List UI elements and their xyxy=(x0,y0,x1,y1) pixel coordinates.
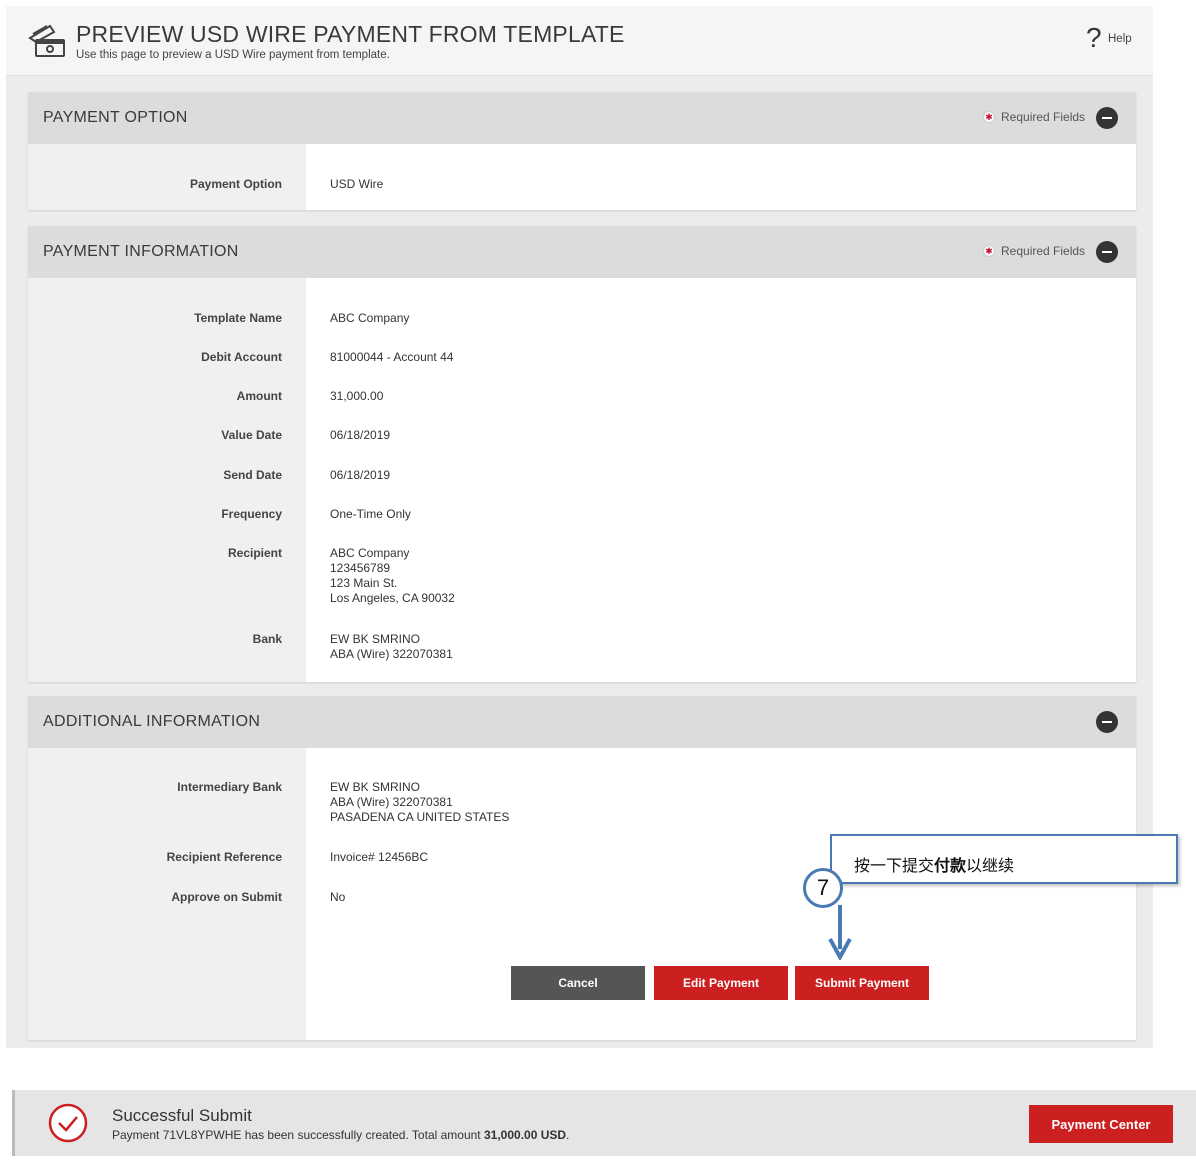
submit-payment-button[interactable]: Submit Payment xyxy=(795,966,929,1000)
field-label: Frequency xyxy=(221,507,282,521)
success-banner: Successful Submit Payment 71VL8YPWHE has… xyxy=(12,1090,1196,1156)
field-label: Debit Account xyxy=(201,350,282,364)
payment-template-icon xyxy=(28,24,65,57)
banner-edge xyxy=(12,1090,15,1156)
field-label: Approve on Submit xyxy=(171,890,282,904)
collapse-icon[interactable] xyxy=(1096,241,1118,263)
callout-text-bold: 付款 xyxy=(934,856,967,875)
section-header: ADDITIONAL INFORMATION xyxy=(28,696,1136,748)
success-message-end: . xyxy=(566,1128,570,1142)
page-title: PREVIEW USD WIRE PAYMENT FROM TEMPLATE xyxy=(76,21,625,47)
callout-text-after: 以继续 xyxy=(966,856,1015,875)
question-icon[interactable]: ? xyxy=(1086,24,1102,52)
cancel-button[interactable]: Cancel xyxy=(511,966,645,1000)
required-asterisk-icon: ✱ xyxy=(983,245,995,257)
page-subtitle: Use this page to preview a USD Wire paym… xyxy=(76,49,390,61)
payment-information-section: PAYMENT INFORMATION ✱ Required Fields Te… xyxy=(28,226,1136,682)
field-label: Amount xyxy=(236,389,282,403)
payment-center-button[interactable]: Payment Center xyxy=(1029,1105,1173,1143)
required-fields-label: Required Fields xyxy=(1001,110,1086,124)
preview-panel: PREVIEW USD WIRE PAYMENT FROM TEMPLATE U… xyxy=(6,6,1153,1048)
field-label: Send Date xyxy=(223,468,282,482)
required-asterisk-icon: ✱ xyxy=(983,111,995,123)
field-value: 06/18/2019 xyxy=(330,428,391,442)
field-value: 81000044 - Account 44 xyxy=(330,350,454,364)
field-label: Recipient xyxy=(227,546,282,560)
field-value: USD Wire xyxy=(330,177,384,191)
field-label: Payment Option xyxy=(189,177,282,191)
section-header: PAYMENT INFORMATION ✱ Required Fields xyxy=(28,226,1136,278)
success-message-text: Payment 71VL8YPWHE has been successfully… xyxy=(112,1128,484,1142)
field-value: ABC Company xyxy=(330,311,410,325)
field-value: 31,000.00 xyxy=(330,389,384,403)
field-value: EW BK SMRINO ABA (Wire) 322070381 PASADE… xyxy=(330,780,510,824)
edit-payment-button[interactable]: Edit Payment xyxy=(654,966,788,1000)
section-title: PAYMENT INFORMATION xyxy=(43,243,239,260)
page-header: PREVIEW USD WIRE PAYMENT FROM TEMPLATE U… xyxy=(6,6,1153,76)
check-circle-icon xyxy=(48,1103,88,1143)
success-message: Payment 71VL8YPWHE has been successfully… xyxy=(112,1128,569,1142)
field-value: No xyxy=(330,890,346,904)
section-title: PAYMENT OPTION xyxy=(43,109,188,126)
required-fields-label: Required Fields xyxy=(1001,244,1086,258)
payment-option-section: PAYMENT OPTION ✱ Required Fields Payment… xyxy=(28,92,1136,210)
field-label: Value Date xyxy=(221,428,282,442)
callout-text-before: 按一下提交 xyxy=(854,856,935,875)
field-value: 06/18/2019 xyxy=(330,468,391,482)
field-label: Recipient Reference xyxy=(166,850,282,864)
callout-text: 按一下提交付款以继续 xyxy=(854,852,1014,876)
field-value: One-Time Only xyxy=(330,507,411,521)
collapse-icon[interactable] xyxy=(1096,711,1118,733)
field-value: ABC Company 123456789 123 Main St. Los A… xyxy=(330,546,455,605)
section-title: ADDITIONAL INFORMATION xyxy=(43,713,261,730)
success-amount: 31,000.00 USD xyxy=(483,1128,567,1142)
instruction-callout: 按一下提交付款以继续 xyxy=(830,834,1178,884)
collapse-icon[interactable] xyxy=(1096,107,1118,129)
field-label: Template Name xyxy=(194,311,282,325)
field-value: EW BK SMRINO ABA (Wire) 322070381 xyxy=(330,632,453,661)
success-title: Successful Submit xyxy=(112,1106,252,1125)
step-number-badge: 7 xyxy=(803,868,843,908)
arrow-down-icon xyxy=(828,905,852,960)
field-value: Invoice# 12456BC xyxy=(330,850,429,864)
section-header: PAYMENT OPTION ✱ Required Fields xyxy=(28,92,1136,144)
help-link[interactable]: Help xyxy=(1108,33,1132,45)
required-fields-note: ✱ Required Fields xyxy=(983,110,1085,124)
field-label: Bank xyxy=(252,632,282,646)
field-label: Intermediary Bank xyxy=(177,780,282,794)
required-fields-note: ✱ Required Fields xyxy=(983,244,1085,258)
